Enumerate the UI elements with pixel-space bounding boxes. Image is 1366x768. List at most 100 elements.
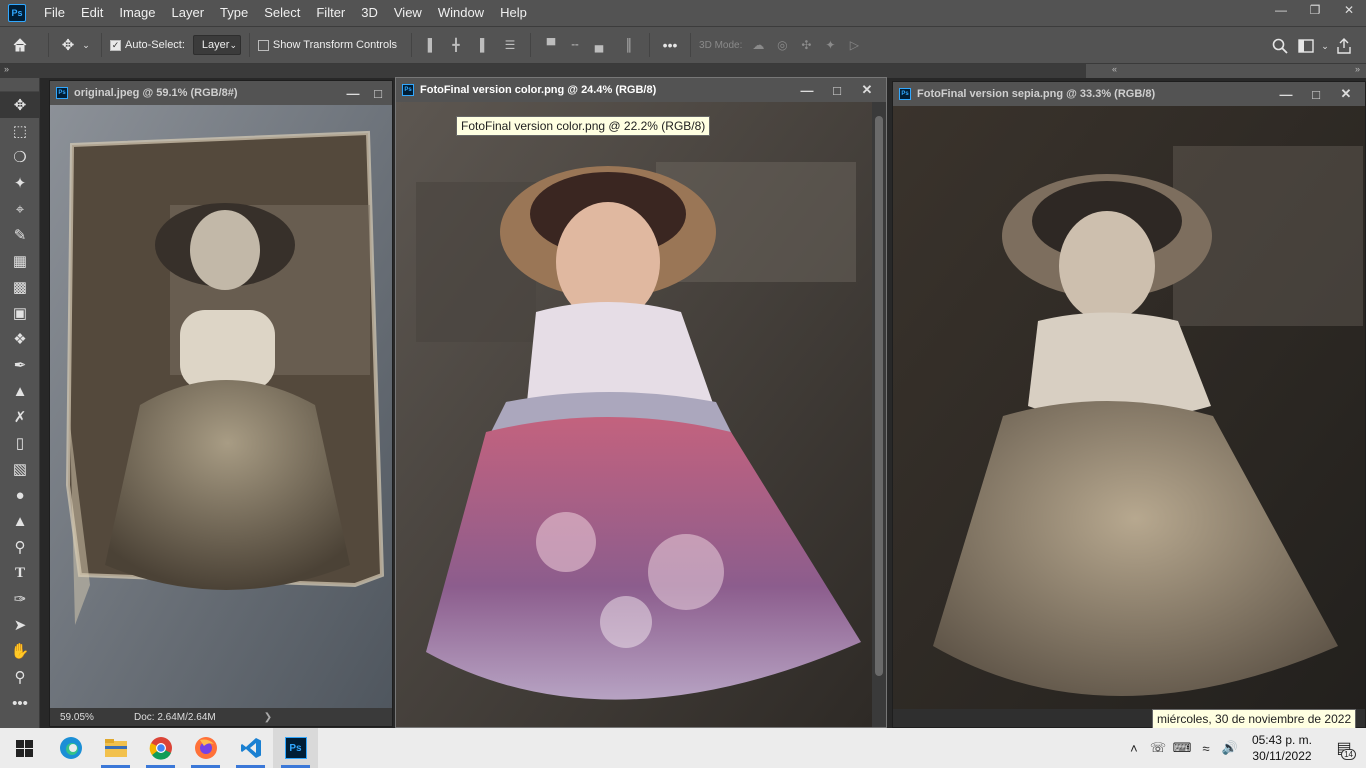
align-left-icon[interactable]: ▌ (424, 37, 440, 53)
history-brush-tool-icon[interactable]: ✗ (0, 404, 40, 430)
minimize-icon[interactable]: — (1264, 0, 1298, 20)
hand-tool-icon[interactable]: ✋ (0, 638, 40, 664)
start-button[interactable] (0, 728, 48, 768)
menu-type[interactable]: Type (212, 0, 256, 26)
clock[interactable]: 05:43 p. m. 30/11/2022 (1242, 732, 1322, 764)
vertical-scrollbar[interactable] (872, 102, 886, 727)
windows-icon (15, 739, 33, 757)
taskbar-file-explorer[interactable] (93, 728, 138, 768)
wifi-icon[interactable]: ≈ (1194, 728, 1218, 768)
taskbar-vscode[interactable] (228, 728, 273, 768)
clone-stamp-tool-icon[interactable]: ▲ (0, 378, 40, 404)
taskbar-firefox[interactable] (183, 728, 228, 768)
path-selection-tool-icon[interactable]: ➤ (0, 612, 40, 638)
patch-tool-icon[interactable]: ▩ (0, 274, 40, 300)
menu-3d[interactable]: 3D (353, 0, 386, 26)
close-icon[interactable]: ✕ (852, 82, 882, 98)
move-tool-icon[interactable]: ✥ (0, 92, 40, 118)
auto-select-checkbox[interactable]: ✓ (110, 39, 121, 51)
menu-view[interactable]: View (386, 0, 430, 26)
type-tool-icon[interactable]: T (0, 560, 40, 586)
minimize-icon[interactable]: — (338, 86, 368, 101)
meet-now-icon[interactable]: ☏ (1146, 728, 1170, 768)
minimize-icon[interactable]: — (1271, 87, 1301, 102)
chevron-down-icon[interactable]: ⌄ (1318, 41, 1332, 52)
document-canvas[interactable] (50, 105, 392, 708)
menu-filter[interactable]: Filter (308, 0, 353, 26)
3d-roll-icon[interactable]: ◎ (774, 37, 790, 53)
photoshop-icon: Ps (284, 737, 307, 759)
move-tool-icon[interactable]: ✥ (57, 36, 79, 54)
3d-pan-icon[interactable]: ✣ (798, 37, 814, 53)
menu-help[interactable]: Help (492, 0, 535, 26)
scrollbar-thumb[interactable] (875, 116, 883, 676)
dodge-tool-icon[interactable]: ⚲ (0, 534, 40, 560)
align-horizontal-center-icon[interactable]: ╋ (448, 37, 464, 53)
document-title-bar[interactable]: Ps original.jpeg @ 59.1% (RGB/8#) — □ (50, 81, 392, 105)
maximize-icon[interactable]: □ (368, 86, 388, 101)
maximize-icon[interactable]: □ (1301, 87, 1331, 102)
edit-toolbar-icon[interactable]: ••• (0, 690, 40, 716)
workspace-icon[interactable] (1294, 39, 1318, 53)
more-options-icon[interactable]: ••• (658, 37, 682, 53)
document-canvas[interactable]: FotoFinal version color.png @ 22.2% (RGB… (396, 102, 872, 727)
pen-tool-icon[interactable]: ✑ (0, 586, 40, 612)
maximize-icon[interactable]: □ (822, 83, 852, 98)
taskbar-chrome[interactable] (138, 728, 183, 768)
eyedropper-tool-icon[interactable]: ✎ (0, 222, 40, 248)
blur-tool-icon[interactable]: ● (0, 482, 40, 508)
marquee-tool-icon[interactable]: ⬚ (0, 118, 40, 144)
expand-panels-icon[interactable]: » (1355, 64, 1360, 74)
3d-orbit-icon[interactable]: ☁ (750, 37, 766, 53)
document-canvas[interactable] (893, 106, 1365, 727)
chevron-up-icon[interactable]: ˄ (1122, 728, 1146, 768)
menu-edit[interactable]: Edit (73, 0, 111, 26)
brush-tool-icon[interactable]: ✒ (0, 352, 40, 378)
notification-center[interactable]: ▤ 14 (1322, 728, 1366, 768)
document-title-bar[interactable]: Ps FotoFinal version sepia.png @ 33.3% (… (893, 82, 1365, 106)
healing-brush-tool-icon[interactable]: ▦ (0, 248, 40, 274)
3d-slide-icon[interactable]: ✦ (822, 37, 838, 53)
zoom-tool-icon[interactable]: ⚲ (0, 664, 40, 690)
quick-select-tool-icon[interactable]: ✦ (0, 170, 40, 196)
align-right-icon[interactable]: ▐ (472, 37, 488, 53)
menu-window[interactable]: Window (430, 0, 492, 26)
menu-select[interactable]: Select (256, 0, 308, 26)
input-method-icon[interactable]: ⌨ (1170, 728, 1194, 768)
chevron-down-icon[interactable]: ⌄ (79, 40, 93, 51)
tools-grip[interactable] (0, 78, 39, 92)
status-menu-icon[interactable]: ❯ (264, 712, 272, 723)
volume-icon[interactable]: 🔊 (1218, 728, 1242, 768)
search-icon[interactable] (1266, 38, 1294, 54)
taskbar-edge[interactable] (48, 728, 93, 768)
content-aware-move-icon[interactable]: ▣ (0, 300, 40, 326)
menu-file[interactable]: File (36, 0, 73, 26)
crop-tool-icon[interactable]: ⌖ (0, 196, 40, 222)
layer-select[interactable]: Layer ⌄ (192, 35, 241, 55)
distribute-icon[interactable]: ║ (621, 37, 637, 53)
zoom-level[interactable]: 59.05% (60, 712, 134, 723)
menu-image[interactable]: Image (111, 0, 163, 26)
3d-scale-icon[interactable]: ▷ (846, 37, 862, 53)
collapse-panels-icon[interactable]: « (1112, 64, 1117, 74)
align-vertical-center-icon[interactable]: ╌ (567, 37, 583, 53)
show-transform-checkbox[interactable] (257, 39, 269, 51)
close-icon[interactable]: ✕ (1332, 0, 1366, 20)
align-distribute-icon[interactable]: ☰ (502, 37, 518, 53)
eraser-tool-icon[interactable]: ▯ (0, 430, 40, 456)
home-icon[interactable] (0, 37, 40, 53)
expand-tools-icon[interactable]: » (4, 64, 9, 74)
align-bottom-icon[interactable]: ▄ (591, 37, 607, 53)
lasso-tool-icon[interactable]: ❍ (0, 144, 40, 170)
gradient-tool-icon[interactable]: ▧ (0, 456, 40, 482)
align-top-icon[interactable]: ▀ (543, 37, 559, 53)
red-eye-tool-icon[interactable]: ❖ (0, 326, 40, 352)
taskbar-photoshop[interactable]: Ps (273, 728, 318, 768)
sharpen-tool-icon[interactable]: ▲ (0, 508, 40, 534)
close-icon[interactable]: ✕ (1331, 86, 1361, 102)
minimize-icon[interactable]: — (792, 83, 822, 98)
document-title-bar[interactable]: Ps FotoFinal version color.png @ 24.4% (… (396, 78, 886, 102)
share-icon[interactable] (1332, 38, 1356, 54)
menu-layer[interactable]: Layer (164, 0, 213, 26)
restore-icon[interactable]: ❐ (1298, 0, 1332, 20)
